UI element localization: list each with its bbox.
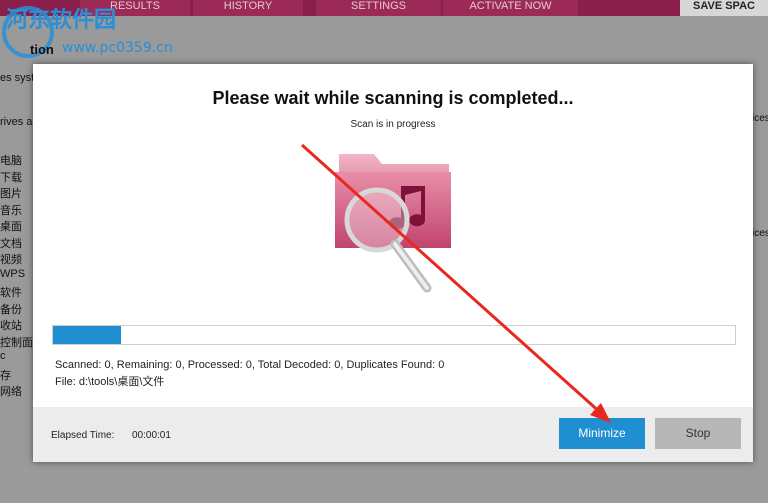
- right-text-2: ices p: [752, 228, 768, 239]
- dialog-title: Please wait while scanning is completed.…: [212, 88, 574, 108]
- watermark-url: www.pc0359.cn: [62, 40, 173, 56]
- tree-item[interactable]: 备份: [0, 301, 34, 318]
- sidebar-text-system: es syst: [0, 72, 35, 84]
- elapsed-time-value: 00:00:01: [132, 430, 171, 441]
- tree-item[interactable]: 控制面: [0, 334, 34, 351]
- tree-item[interactable]: 收站: [0, 317, 34, 334]
- drive-tree: 电脑 下载 图片 音乐 桌面 文档 视频 WPS 软件 备份 收站 控制面 c …: [0, 152, 34, 400]
- tree-item[interactable]: 下载: [0, 169, 34, 186]
- tree-item[interactable]: 文档: [0, 235, 34, 252]
- scan-progress-dialog: Please wait while scanning is completed.…: [33, 64, 753, 462]
- tab-settings[interactable]: SETTINGS: [316, 0, 441, 16]
- tree-item[interactable]: 视频: [0, 251, 34, 268]
- dialog-subtitle: Scan is in progress: [350, 119, 436, 130]
- right-text-1: ices: [752, 113, 768, 124]
- tab-history[interactable]: HISTORY: [193, 0, 303, 16]
- watermark-name: 河东软件园: [6, 7, 117, 33]
- tree-item[interactable]: 存: [0, 367, 34, 384]
- tree-item[interactable]: 网络: [0, 383, 34, 400]
- scan-progress-fill: [53, 326, 122, 344]
- tab-activate-now[interactable]: ACTIVATE NOW: [443, 0, 578, 16]
- sidebar-title: tion: [30, 42, 54, 57]
- tree-item[interactable]: 软件: [0, 284, 34, 301]
- scan-progress-bar: [52, 325, 736, 345]
- tree-item[interactable]: c: [0, 350, 34, 367]
- tree-item[interactable]: WPS: [0, 268, 34, 285]
- stop-button[interactable]: Stop: [655, 418, 741, 449]
- tab-save-space[interactable]: SAVE SPAC: [680, 0, 768, 16]
- tree-item[interactable]: 桌面: [0, 218, 34, 235]
- tree-item[interactable]: 图片: [0, 185, 34, 202]
- scan-stats: Scanned: 0, Remaining: 0, Processed: 0, …: [55, 359, 445, 371]
- sidebar-text-drives: rives a: [0, 116, 33, 128]
- folder-music-search-icon: [335, 154, 451, 293]
- tree-item[interactable]: 电脑: [0, 152, 34, 169]
- elapsed-time-label: Elapsed Time:: [51, 430, 115, 441]
- minimize-button[interactable]: Minimize: [559, 418, 645, 449]
- current-file: File: d:\tools\桌面\文件: [55, 376, 165, 388]
- dialog-footer: Elapsed Time: 00:00:01 Minimize Stop: [33, 407, 753, 462]
- tree-item[interactable]: 音乐: [0, 202, 34, 219]
